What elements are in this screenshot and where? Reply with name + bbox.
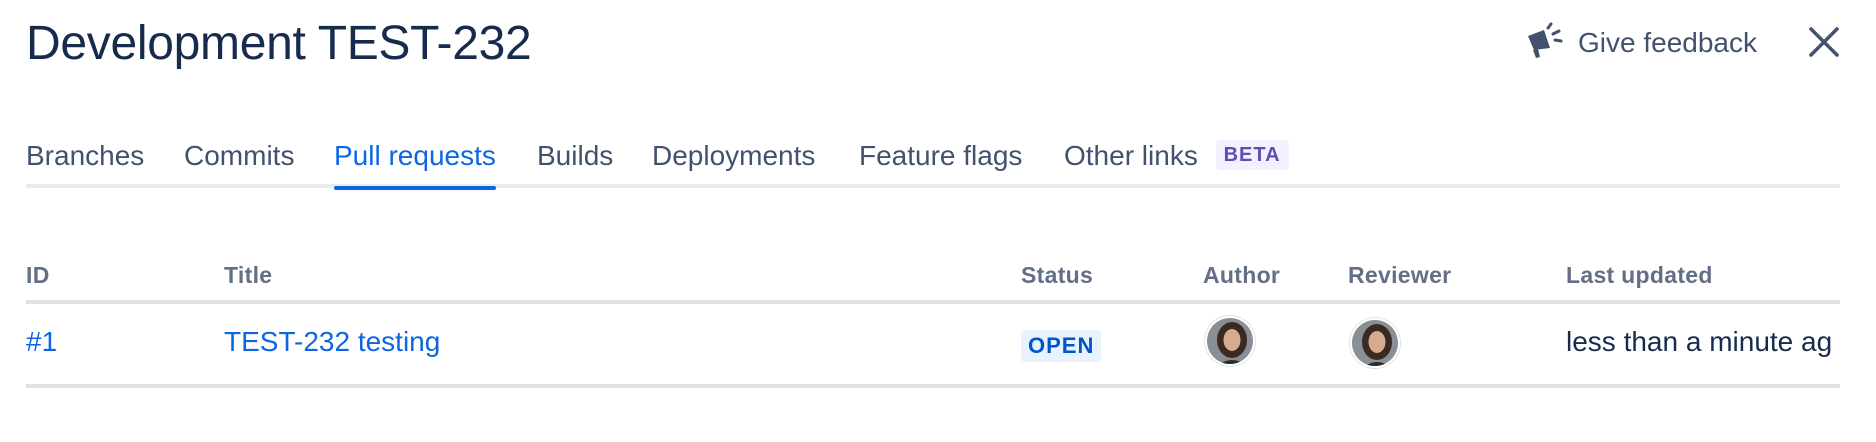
column-header-title: Title	[224, 262, 273, 288]
tab-label: Other links	[1064, 140, 1198, 171]
give-feedback-label: Give feedback	[1578, 26, 1757, 58]
tab-builds[interactable]: Builds	[537, 128, 613, 186]
column-header-id: ID	[26, 262, 50, 288]
tab-branches[interactable]: Branches	[26, 128, 144, 186]
table-header: ID Title Status Author Reviewer Last upd…	[26, 256, 1840, 304]
tab-label: Deployments	[652, 140, 816, 171]
last-updated-text: less than a minute ag	[1566, 326, 1833, 357]
tab-list: Branches Commits Pull requests Builds De…	[26, 128, 1840, 190]
author-avatar[interactable]	[1205, 316, 1255, 366]
column-header-reviewer: Reviewer	[1348, 262, 1452, 288]
beta-badge: BETA	[1215, 139, 1289, 170]
column-header-last-updated: Last updated	[1566, 262, 1713, 288]
give-feedback-button[interactable]: Give feedback	[1524, 20, 1757, 65]
active-tab-indicator	[334, 186, 496, 190]
tab-label: Builds	[537, 140, 614, 171]
reviewer-avatar[interactable]	[1350, 318, 1400, 368]
table-row: #1 TEST-232 testing OPEN less than a min…	[26, 304, 1840, 388]
tab-pull-requests[interactable]: Pull requests	[334, 128, 496, 190]
tab-label: Commits	[184, 140, 295, 171]
close-icon	[1806, 27, 1842, 64]
tab-label: Pull requests	[334, 140, 496, 171]
column-header-status: Status	[1021, 262, 1094, 288]
pull-request-title-link[interactable]: TEST-232 testing	[224, 326, 440, 358]
page-title: Development TEST-232	[26, 17, 532, 70]
tab-label: Feature flags	[859, 140, 1023, 171]
tab-feature-flags[interactable]: Feature flags	[859, 128, 1022, 186]
column-header-author: Author	[1203, 262, 1281, 288]
pull-requests-table: ID Title Status Author Reviewer Last upd…	[26, 256, 1840, 388]
status-badge: OPEN	[1021, 330, 1102, 362]
tab-other-links[interactable]: Other links BETA	[1064, 128, 1289, 186]
tab-commits[interactable]: Commits	[184, 128, 294, 186]
development-panel: Development TEST-232 Give feedback Branc…	[0, 0, 1876, 442]
megaphone-icon	[1524, 20, 1564, 65]
tab-deployments[interactable]: Deployments	[652, 128, 815, 186]
close-button[interactable]	[1806, 24, 1842, 60]
pull-request-id-link[interactable]: #1	[26, 326, 57, 358]
tab-label: Branches	[26, 140, 145, 171]
